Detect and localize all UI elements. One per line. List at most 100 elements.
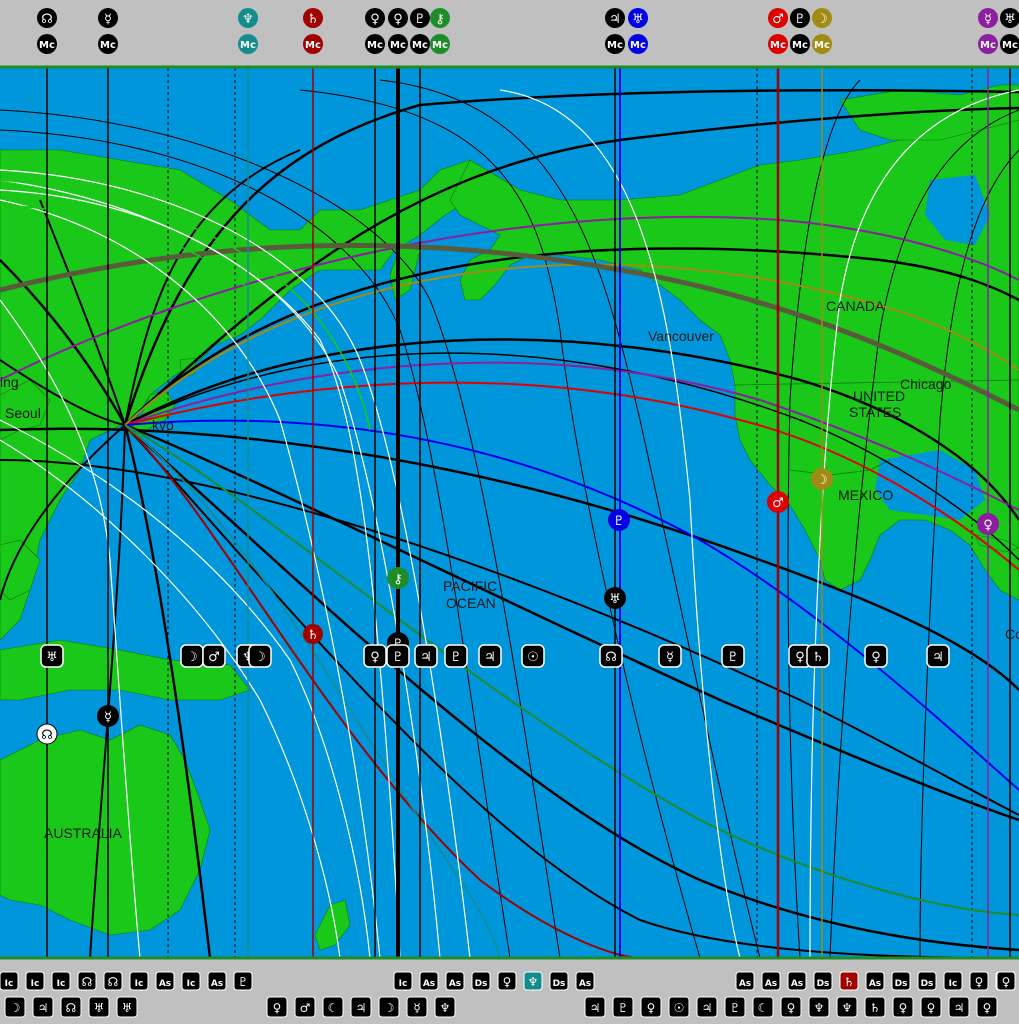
chiron-marker-glyph: ⚷	[393, 572, 403, 587]
mid-planet-glyph: ♀	[795, 650, 805, 665]
bottom-label-row2: ☊	[66, 1001, 77, 1015]
bottom-label-row1: As	[211, 979, 223, 989]
bottom-label-row2: ♆	[842, 1001, 853, 1015]
label-tokyo: kyo	[152, 417, 174, 433]
mid-planet-glyph: ♇	[727, 650, 739, 665]
mars-marker-glyph: ♂	[772, 496, 784, 511]
bottom-label-row1: ♀	[975, 975, 984, 989]
top-mc-label: Mc	[607, 40, 623, 51]
mid-planet-glyph: ♃	[932, 650, 944, 665]
top-mc-label: Mc	[39, 40, 55, 51]
top-planet-glyph: ♆	[242, 12, 254, 27]
top-planet-glyph: ♅	[1004, 12, 1016, 27]
bottom-label-row1: Ic	[5, 979, 14, 989]
top-mc-label: Mc	[390, 40, 406, 51]
label-chicago: Chicago	[900, 376, 952, 392]
bottom-label-row1: As	[765, 979, 777, 989]
top-planet-glyph: ♄	[307, 12, 319, 27]
bottom-label-row1: As	[579, 979, 591, 989]
bottom-label-row2: ♇	[618, 1001, 629, 1015]
bottom-label-row2: ♀	[787, 1001, 796, 1015]
bottom-label-row2: ☉	[674, 1001, 685, 1015]
bottom-label-row1: ☊	[108, 975, 119, 989]
bottom-label-row1: Ic	[135, 979, 144, 989]
moon-marker-glyph: ☽	[816, 473, 828, 488]
bottom-label-row2: ♃	[590, 1001, 601, 1015]
bottom-label-row1: ♇	[238, 975, 249, 989]
label-united: UNITED	[853, 388, 905, 404]
bottom-label-row2: ☾	[328, 1001, 339, 1015]
bottom-label-row2: ♅	[94, 1001, 105, 1015]
bottom-label-row1: As	[791, 979, 803, 989]
astro-map-window: ing Seoul kyo Vancouver CANADA UNITED ST…	[0, 0, 1019, 1024]
bottom-label-row2: ♀	[647, 1001, 656, 1015]
top-planet-glyph: ☿	[104, 12, 112, 27]
astrocartography-map[interactable]: ing Seoul kyo Vancouver CANADA UNITED ST…	[0, 0, 1019, 1024]
mid-planet-glyph: ♄	[812, 650, 824, 665]
top-mc-label: Mc	[980, 40, 996, 51]
mid-planet-glyph: ♅	[46, 650, 58, 665]
top-mc-label: Mc	[412, 40, 428, 51]
mid-planet-glyph: ♇	[450, 650, 462, 665]
bottom-label-row1: ♀	[1002, 975, 1011, 989]
bottom-label-row1: ♀	[503, 975, 512, 989]
top-mc-label: Mc	[630, 40, 646, 51]
bottom-label-row1: Ic	[57, 979, 66, 989]
label-states: STATES	[849, 404, 901, 420]
label-vancouver: Vancouver	[648, 328, 714, 344]
bottom-label-row2: ♀	[927, 1001, 936, 1015]
top-mc-label: Mc	[305, 40, 321, 51]
bottom-label-row2: ♆	[440, 1001, 451, 1015]
top-planet-glyph: ☽	[816, 12, 828, 27]
bottom-label-row2: ♇	[730, 1001, 741, 1015]
pluto-marker-glyph: ♇	[613, 514, 625, 529]
mid-planet-glyph: ☽	[186, 650, 198, 665]
label-left-fragment: ing	[0, 374, 19, 390]
mid-planet-glyph: ♀	[871, 650, 881, 665]
mid-planet-glyph: ☊	[605, 650, 617, 665]
bottom-label-row2: ♀	[273, 1001, 282, 1015]
mercury-marker-glyph: ☿	[104, 710, 112, 725]
label-ocean: OCEAN	[446, 595, 496, 611]
bottom-label-row2: ♆	[814, 1001, 825, 1015]
bottom-label-row2: ♃	[954, 1001, 965, 1015]
bottom-label-row1: ♆	[528, 975, 539, 989]
bottom-label-row2: ♃	[356, 1001, 367, 1015]
bottom-label-row1: Ds	[817, 979, 830, 989]
bottom-label-row2: ♂	[300, 1001, 311, 1015]
top-mc-label: Mc	[432, 40, 448, 51]
saturn-marker-glyph: ♄	[307, 628, 319, 643]
top-mc-label: Mc	[792, 40, 808, 51]
bottom-label-row1: ♄	[844, 975, 855, 989]
bottom-label-row1: Ic	[949, 979, 958, 989]
bottom-label-row2: ♀	[899, 1001, 908, 1015]
bottom-label-row2: ☽	[384, 1001, 395, 1015]
bottom-label-row1: ☊	[82, 975, 93, 989]
bottom-label-row2: ♀	[983, 1001, 992, 1015]
label-mexico: MEXICO	[838, 487, 893, 503]
top-mc-label: Mc	[814, 40, 830, 51]
label-seoul: Seoul	[5, 405, 41, 421]
bottom-label-row1: Ds	[475, 979, 488, 989]
top-planet-glyph: ⚷	[435, 12, 445, 27]
mid-planet-glyph: ♀	[370, 650, 380, 665]
top-planet-glyph: ☊	[41, 12, 53, 27]
bottom-label-row2: ♄	[870, 1001, 881, 1015]
top-mc-label: Mc	[770, 40, 786, 51]
top-mc-label: Mc	[240, 40, 256, 51]
bottom-label-row2: ♃	[38, 1001, 49, 1015]
mid-planet-glyph: ☉	[527, 650, 539, 665]
uranus-marker-glyph: ♅	[609, 592, 621, 607]
top-mc-label: Mc	[367, 40, 383, 51]
bottom-label-row2: ☾	[758, 1001, 769, 1015]
top-planet-glyph: ♅	[632, 12, 644, 27]
bottom-label-row2: ♅	[122, 1001, 133, 1015]
mid-planet-glyph: ♇	[392, 650, 404, 665]
bottom-label-row1: Ic	[31, 979, 40, 989]
mid-planet-glyph: ♂	[208, 650, 220, 665]
top-mc-label: Mc	[100, 40, 116, 51]
bottom-label-row1: Ds	[553, 979, 566, 989]
bottom-label-row1: As	[423, 979, 435, 989]
bottom-label-row2: ☿	[413, 1001, 420, 1015]
venus-marker-glyph: ♀	[983, 518, 993, 533]
